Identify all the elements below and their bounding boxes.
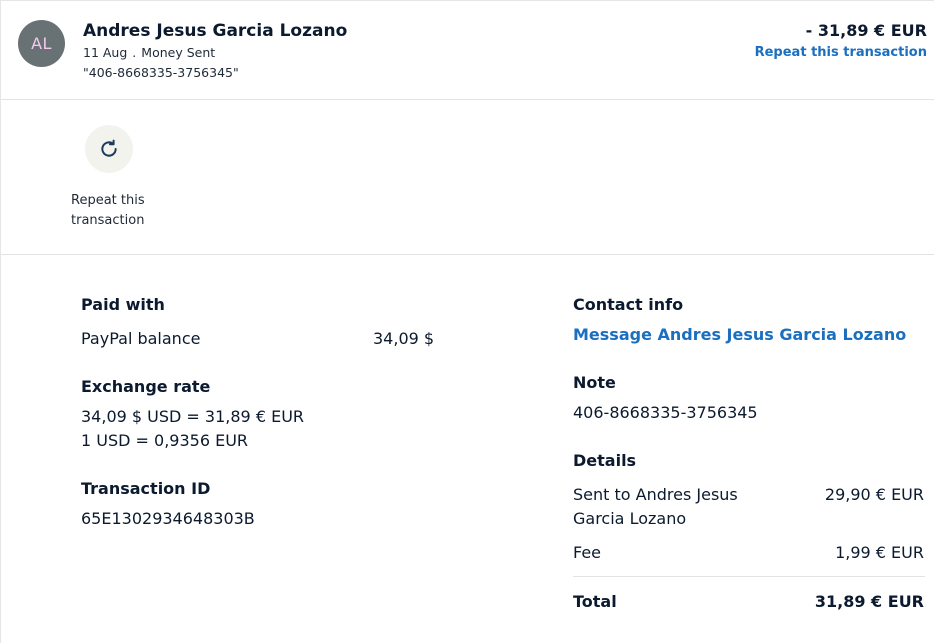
details-title: Details (573, 451, 637, 470)
total-label: Total (573, 592, 617, 611)
repeat-transaction-label[interactable]: Repeat this transaction (71, 191, 151, 231)
actions-band: Repeat this transaction (1, 101, 934, 255)
transaction-header: AL Andres Jesus Garcia Lozano 11 Aug. Mon… (1, 1, 934, 100)
sent-amount: 29,90 € EUR (824, 485, 924, 504)
fee-label: Fee (573, 543, 602, 562)
message-recipient-link[interactable]: Message Andres Jesus Garcia Lozano (573, 325, 906, 344)
repeat-transaction-button[interactable] (85, 125, 133, 173)
note-title: Note (573, 373, 616, 392)
refresh-icon (101, 139, 117, 157)
paid-with-title: Paid with (81, 295, 165, 314)
transaction-amount: - 31,89 € EUR (805, 21, 927, 40)
transaction-details-page: AL Andres Jesus Garcia Lozano 11 Aug. Mon… (0, 0, 934, 643)
exchange-rate-unit: 1 USD = 0,9356 EUR (81, 431, 249, 450)
sent-to-label-line1: Sent to Andres Jesus (573, 485, 738, 504)
avatar: AL (18, 20, 65, 67)
details-divider (573, 576, 925, 577)
total-amount: 31,89 € EUR (814, 592, 924, 611)
transaction-reference: "406-8668335-3756345" (83, 65, 239, 80)
exchange-rate-title: Exchange rate (81, 377, 211, 396)
payment-method: PayPal balance (81, 329, 201, 348)
transaction-id-value: 65E1302934648303B (81, 509, 255, 528)
sent-to-label-line2: Garcia Lozano (573, 509, 687, 528)
exchange-rate-conversion: 34,09 $ USD = 31,89 € EUR (81, 407, 305, 426)
transaction-id-title: Transaction ID (81, 479, 211, 498)
repeat-transaction-link[interactable]: Repeat this transaction (755, 45, 927, 60)
meta-separator: . (132, 45, 137, 60)
transaction-type: Money Sent (141, 45, 216, 60)
recipient-name: Andres Jesus Garcia Lozano (83, 21, 348, 41)
transaction-meta: 11 Aug. Money Sent (83, 45, 215, 60)
fee-amount: 1,99 € EUR (835, 543, 924, 562)
contact-info-title: Contact info (573, 295, 684, 314)
payment-amount: 34,09 $ (373, 329, 435, 348)
note-value: 406-8668335-3756345 (573, 403, 758, 422)
transaction-date: 11 Aug (83, 45, 128, 60)
